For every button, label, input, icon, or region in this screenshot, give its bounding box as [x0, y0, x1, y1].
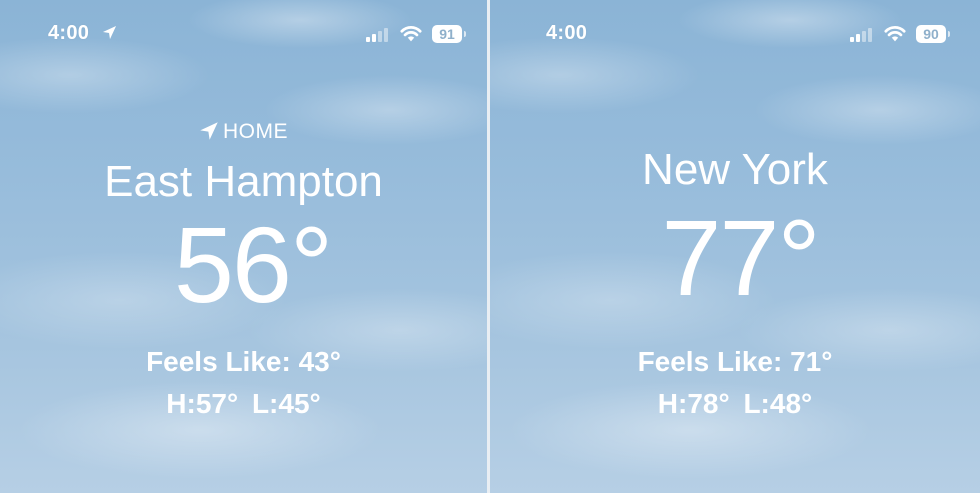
weather-panel-new-york: 4:00 90 New York 77° Feels Like: 71° H:7…: [490, 0, 980, 493]
location-arrow-icon: [200, 122, 218, 140]
cellular-signal-icon: [850, 28, 874, 42]
feels-like: Feels Like: 71°: [637, 346, 833, 377]
wifi-icon: [884, 26, 906, 42]
cellular-signal-icon: [366, 28, 390, 42]
current-temperature: 77°: [661, 197, 820, 318]
location-tag-label: HOME: [223, 120, 288, 143]
weather-panel-east-hampton: 4:00 91 HOME East Hampton 56° Feels Like…: [0, 0, 487, 493]
current-temperature: 56°: [173, 204, 333, 325]
location-arrow-icon: [102, 25, 117, 40]
city-name: East Hampton: [104, 157, 383, 206]
high-low: H:57° L:45°: [166, 388, 321, 419]
status-time: 4:00: [546, 22, 588, 44]
wifi-icon: [400, 26, 422, 42]
battery-icon: 90: [916, 25, 950, 43]
feels-like: Feels Like: 43°: [146, 346, 341, 377]
status-time: 4:00: [48, 22, 90, 44]
city-name: New York: [642, 145, 828, 194]
location-tag: HOME: [0, 120, 487, 144]
battery-icon: 91: [432, 25, 466, 43]
high-low: H:78° L:48°: [657, 388, 813, 419]
